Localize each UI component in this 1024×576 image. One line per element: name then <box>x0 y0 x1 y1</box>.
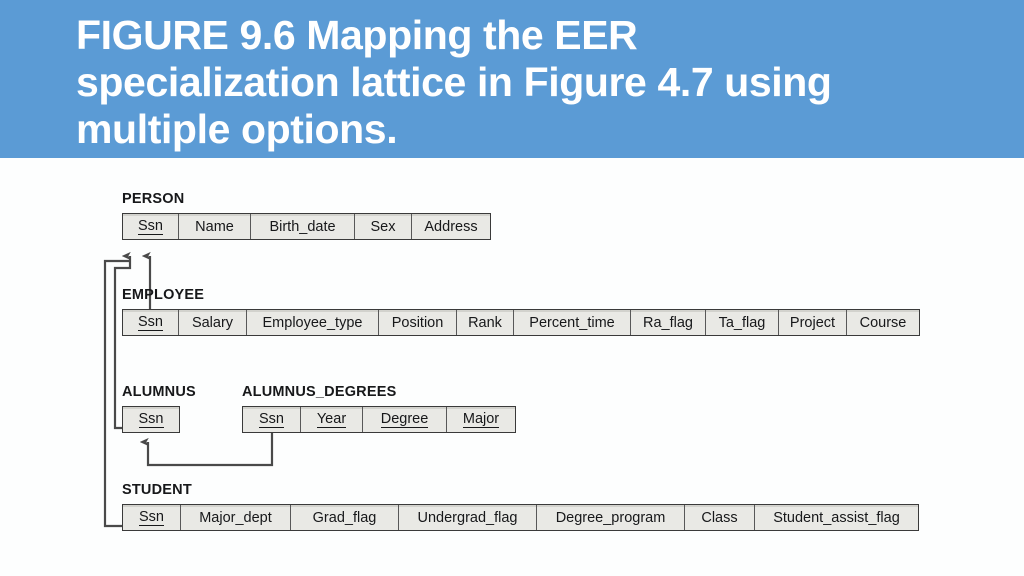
schema-diagram: PERSON Ssn Name Birth_date Sex Address E… <box>0 158 1024 576</box>
attribute-row-alumnus-degrees: Ssn Year Degree Major <box>242 406 516 433</box>
attribute-row-person: Ssn Name Birth_date Sex Address <box>122 213 491 240</box>
attribute-student-degree-program[interactable]: Degree_program <box>537 505 685 530</box>
attribute-student-grad-flag[interactable]: Grad_flag <box>291 505 399 530</box>
attribute-row-alumnus: Ssn <box>122 406 180 433</box>
attribute-alumnus-ssn[interactable]: Ssn <box>123 407 179 432</box>
attribute-student-assist-flag[interactable]: Student_assist_flag <box>755 505 918 530</box>
attribute-student-class[interactable]: Class <box>685 505 755 530</box>
attribute-employee-salary[interactable]: Salary <box>179 310 247 335</box>
attribute-employee-percent-time[interactable]: Percent_time <box>514 310 631 335</box>
attribute-person-address[interactable]: Address <box>412 214 490 239</box>
attribute-alumnus-degrees-major[interactable]: Major <box>447 407 515 432</box>
page-title: FIGURE 9.6 Mapping the EER specializatio… <box>76 12 843 152</box>
title-banner: FIGURE 9.6 Mapping the EER specializatio… <box>0 0 1024 158</box>
relation-name-student: STUDENT <box>122 482 192 498</box>
relation-name-alumnus: ALUMNUS <box>122 384 196 400</box>
attribute-employee-project[interactable]: Project <box>779 310 847 335</box>
attribute-employee-course[interactable]: Course <box>847 310 919 335</box>
attribute-row-student: Ssn Major_dept Grad_flag Undergrad_flag … <box>122 504 919 531</box>
attribute-person-sex[interactable]: Sex <box>355 214 412 239</box>
relation-name-alumnus-degrees: ALUMNUS_DEGREES <box>242 384 397 400</box>
attribute-alumnus-degrees-degree[interactable]: Degree <box>363 407 447 432</box>
attribute-row-employee: Ssn Salary Employee_type Position Rank P… <box>122 309 920 336</box>
attribute-student-undergrad-flag[interactable]: Undergrad_flag <box>399 505 537 530</box>
relation-name-employee: EMPLOYEE <box>122 287 205 303</box>
attribute-person-ssn[interactable]: Ssn <box>123 214 179 239</box>
fk-alumnus-person <box>113 251 132 430</box>
attribute-employee-position[interactable]: Position <box>379 310 457 335</box>
attribute-alumnus-degrees-ssn[interactable]: Ssn <box>243 407 301 432</box>
attribute-student-major-dept[interactable]: Major_dept <box>181 505 291 530</box>
attribute-student-ssn[interactable]: Ssn <box>123 505 181 530</box>
attribute-employee-rank[interactable]: Rank <box>457 310 514 335</box>
attribute-person-name[interactable]: Name <box>179 214 251 239</box>
attribute-person-birth-date[interactable]: Birth_date <box>251 214 355 239</box>
attribute-employee-ta-flag[interactable]: Ta_flag <box>706 310 779 335</box>
attribute-alumnus-degrees-year[interactable]: Year <box>301 407 363 432</box>
relation-name-person: PERSON <box>122 191 185 207</box>
attribute-employee-ssn[interactable]: Ssn <box>123 310 179 335</box>
attribute-employee-ra-flag[interactable]: Ra_flag <box>631 310 706 335</box>
attribute-employee-employee-type[interactable]: Employee_type <box>247 310 379 335</box>
slide-page: FIGURE 9.6 Mapping the EER specializatio… <box>0 0 1024 576</box>
